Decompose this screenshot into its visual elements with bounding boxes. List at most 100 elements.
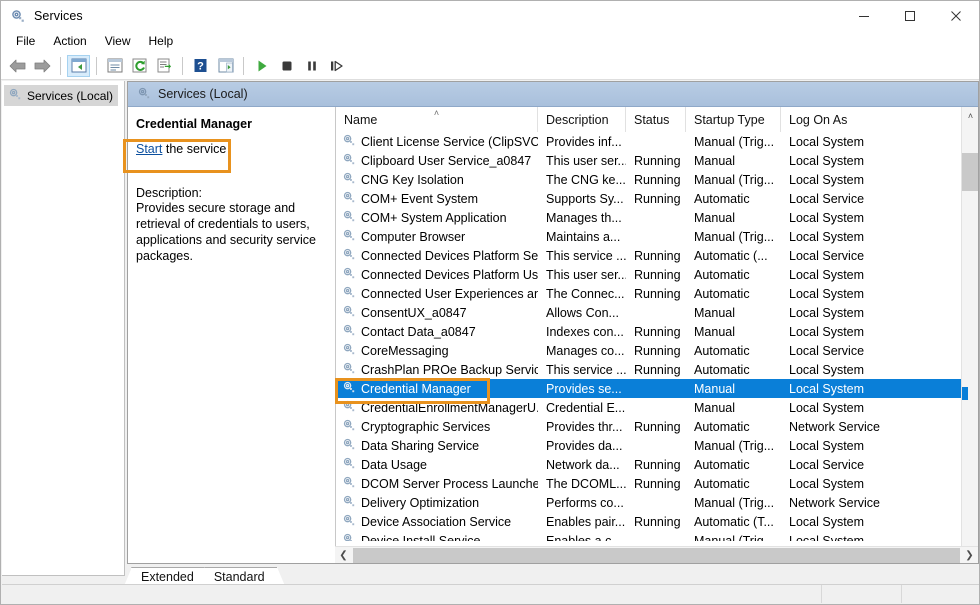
cell-startup: Automatic bbox=[686, 344, 781, 358]
cell-status: Running bbox=[626, 287, 686, 301]
sidebar-item-services-local[interactable]: Services (Local) bbox=[4, 85, 118, 106]
column-header-log-on-as[interactable]: Log On As bbox=[781, 107, 961, 132]
menu-file[interactable]: File bbox=[7, 31, 44, 51]
vertical-scroll-thumb[interactable] bbox=[962, 153, 978, 191]
cell-name: CrashPlan PROe Backup Service bbox=[336, 361, 538, 378]
table-row[interactable]: Device Association Service Enables pair..… bbox=[336, 512, 978, 531]
stop-service-icon[interactable] bbox=[275, 55, 298, 77]
cell-startup: Manual bbox=[686, 325, 781, 339]
cell-status: Running bbox=[626, 192, 686, 206]
cell-name: DCOM Server Process Launcher bbox=[336, 475, 538, 492]
refresh-icon[interactable] bbox=[128, 55, 151, 77]
properties-icon[interactable] bbox=[103, 55, 126, 77]
show-action-pane-icon[interactable] bbox=[214, 55, 237, 77]
cell-logon: Local System bbox=[781, 477, 961, 491]
cell-description: This service ... bbox=[538, 249, 626, 263]
cell-status: Running bbox=[626, 344, 686, 358]
cell-name: ConsentUX_a0847 bbox=[336, 304, 538, 321]
services-gear-icon bbox=[137, 86, 151, 103]
cell-logon: Local System bbox=[781, 401, 961, 415]
table-row[interactable]: Clipboard User Service_a0847 This user se… bbox=[336, 151, 978, 170]
column-header-name[interactable]: Name ˄ bbox=[336, 107, 538, 132]
table-row[interactable]: Client License Service (ClipSVC)Provides… bbox=[336, 132, 978, 151]
window-title: Services bbox=[34, 9, 83, 23]
restart-service-icon[interactable] bbox=[325, 55, 348, 77]
table-row[interactable]: COM+ Event SystemSupports Sy...RunningAu… bbox=[336, 189, 978, 208]
cell-description: The Connec... bbox=[538, 287, 626, 301]
table-row[interactable]: Data Sharing ServiceProvides da...Manual… bbox=[336, 436, 978, 455]
cell-startup: Automatic (... bbox=[686, 249, 781, 263]
back-icon[interactable] bbox=[6, 55, 29, 77]
services-gear-icon bbox=[342, 494, 356, 511]
cell-startup: Automatic bbox=[686, 477, 781, 491]
export-list-icon[interactable] bbox=[153, 55, 176, 77]
cell-name: COM+ Event System bbox=[336, 190, 538, 207]
column-header-label: Status bbox=[634, 113, 669, 127]
menu-help[interactable]: Help bbox=[140, 31, 183, 51]
column-header-status[interactable]: Status bbox=[626, 107, 686, 132]
table-row[interactable]: CNG Key IsolationThe CNG ke...RunningMan… bbox=[336, 170, 978, 189]
cell-text: Device Association Service bbox=[361, 515, 511, 529]
cell-name: Data Sharing Service bbox=[336, 437, 538, 454]
vertical-scrollbar[interactable]: ˄ ˅ bbox=[961, 107, 978, 563]
table-row[interactable]: ConsentUX_a0847Allows Con...ManualLocal … bbox=[336, 303, 978, 322]
table-row[interactable]: DCOM Server Process LauncherThe DCOML...… bbox=[336, 474, 978, 493]
cell-logon: Local Service bbox=[781, 249, 961, 263]
show-hide-console-tree-icon[interactable] bbox=[67, 55, 90, 77]
pause-service-icon[interactable] bbox=[300, 55, 323, 77]
menu-view[interactable]: View bbox=[96, 31, 140, 51]
close-button[interactable] bbox=[933, 1, 979, 30]
horizontal-scroll-thumb[interactable] bbox=[353, 548, 960, 563]
services-gear-icon bbox=[342, 266, 356, 283]
table-row[interactable]: Delivery OptimizationPerforms co...Manua… bbox=[336, 493, 978, 512]
cell-description: Enables pair... bbox=[538, 515, 626, 529]
help-icon[interactable]: ? bbox=[189, 55, 212, 77]
cell-name: Computer Browser bbox=[336, 228, 538, 245]
table-row[interactable]: Connected Devices Platform Us...This use… bbox=[336, 265, 978, 284]
scroll-left-icon[interactable]: ❮ bbox=[335, 547, 352, 563]
cell-logon: Local System bbox=[781, 173, 961, 187]
table-row[interactable]: Contact Data_a0847Indexes con...RunningM… bbox=[336, 322, 978, 341]
cell-status: Running bbox=[626, 325, 686, 339]
cell-logon: Local System bbox=[781, 363, 961, 377]
table-row[interactable]: Cryptographic ServicesProvides thr...Run… bbox=[336, 417, 978, 436]
start-service-icon[interactable] bbox=[250, 55, 273, 77]
menu-action[interactable]: Action bbox=[44, 31, 95, 51]
cell-text: Contact Data_a0847 bbox=[361, 325, 476, 339]
scroll-right-icon[interactable]: ❯ bbox=[961, 547, 978, 563]
toolbar-separator bbox=[182, 57, 183, 75]
minimize-button[interactable] bbox=[841, 1, 887, 30]
column-header-startup-type[interactable]: Startup Type bbox=[686, 107, 781, 132]
cell-text: Clipboard User Service_a0847 bbox=[361, 154, 531, 168]
forward-icon[interactable] bbox=[31, 55, 54, 77]
cell-text: CredentialEnrollmentManagerU... bbox=[361, 401, 538, 415]
table-row[interactable]: COM+ System ApplicationManages th...Manu… bbox=[336, 208, 978, 227]
column-header-label: Name bbox=[344, 113, 377, 127]
cell-description: The CNG ke... bbox=[538, 173, 626, 187]
cell-logon: Local System bbox=[781, 268, 961, 282]
table-row[interactable]: CrashPlan PROe Backup ServiceThis servic… bbox=[336, 360, 978, 379]
services-gear-icon bbox=[342, 323, 356, 340]
maximize-button[interactable] bbox=[887, 1, 933, 30]
services-gear-icon bbox=[8, 87, 22, 104]
table-row[interactable]: Connected User Experiences an...The Conn… bbox=[336, 284, 978, 303]
horizontal-scrollbar[interactable]: ❮ ❯ bbox=[335, 546, 978, 563]
cell-description: This user ser... bbox=[538, 154, 626, 168]
cell-name: CredentialEnrollmentManagerU... bbox=[336, 399, 538, 416]
tab-label: Extended bbox=[141, 570, 194, 584]
table-row[interactable]: Connected Devices Platform Se...This ser… bbox=[336, 246, 978, 265]
table-row[interactable]: CredentialEnrollmentManagerU...Credentia… bbox=[336, 398, 978, 417]
scroll-up-icon[interactable]: ˄ bbox=[962, 107, 978, 124]
column-header-description[interactable]: Description bbox=[538, 107, 626, 132]
table-row[interactable]: Computer BrowserMaintains a...Manual (Tr… bbox=[336, 227, 978, 246]
cell-description: Manages th... bbox=[538, 211, 626, 225]
services-gear-icon bbox=[342, 399, 356, 416]
table-row[interactable]: Device Install ServiceEnables a c...Manu… bbox=[336, 531, 978, 541]
cell-logon: Local System bbox=[781, 534, 961, 542]
start-service-link[interactable]: Start bbox=[136, 142, 162, 156]
cell-description: Provides thr... bbox=[538, 420, 626, 434]
table-row[interactable]: Credential ManagerProvides se...ManualLo… bbox=[336, 379, 978, 398]
table-row[interactable]: Data UsageNetwork da...RunningAutomaticL… bbox=[336, 455, 978, 474]
cell-name: CNG Key Isolation bbox=[336, 171, 538, 188]
table-row[interactable]: CoreMessagingManages co...RunningAutomat… bbox=[336, 341, 978, 360]
